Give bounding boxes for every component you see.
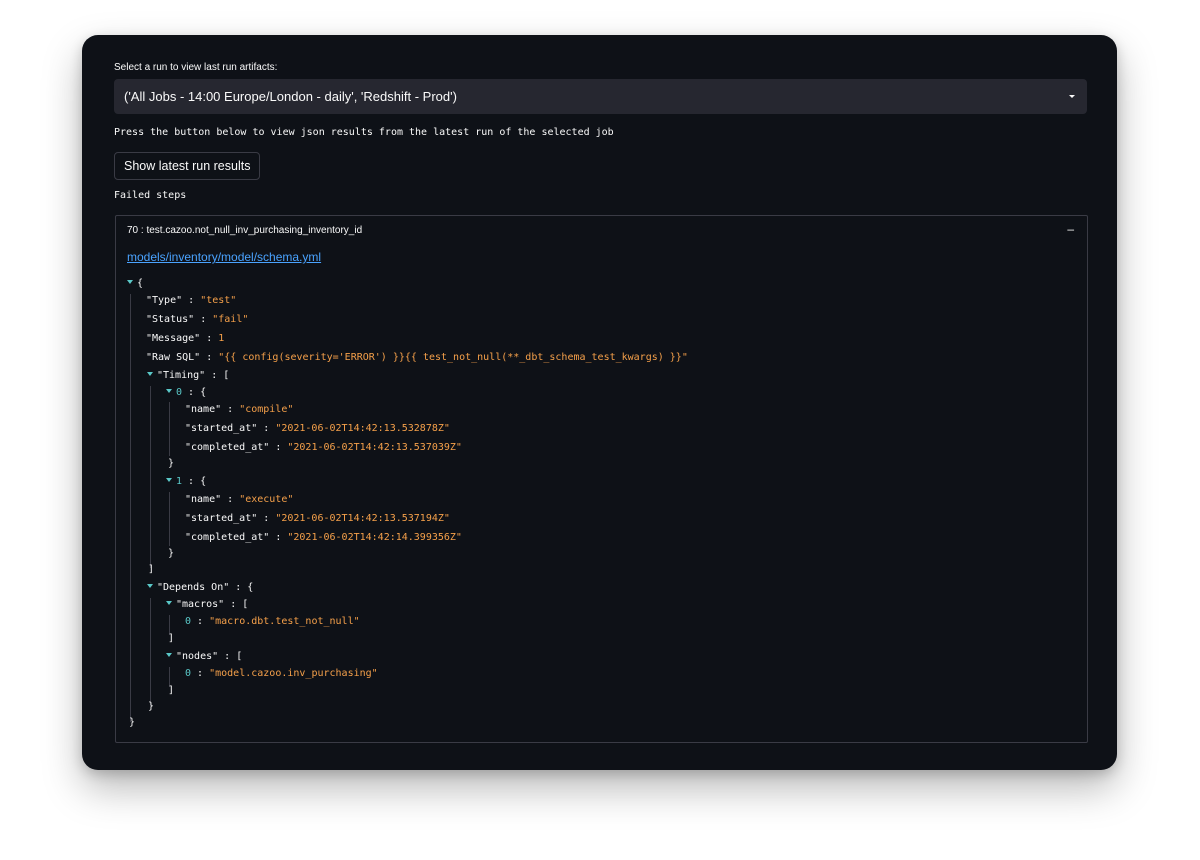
json-row-name: "name" : "execute" <box>185 494 294 505</box>
json-guide-line <box>169 492 170 546</box>
json-guide-line <box>169 667 170 687</box>
collapse-triangle-icon[interactable] <box>127 280 133 284</box>
json-guide-line <box>150 598 151 706</box>
instructions-text: Press the button below to view json resu… <box>114 127 614 138</box>
json-row-macro-item: 0 : "macro.dbt.test_not_null" <box>185 616 360 627</box>
json-row-status: "Status" : "fail" <box>146 314 249 325</box>
collapse-triangle-icon[interactable] <box>147 372 153 376</box>
collapse-triangle-icon[interactable] <box>166 653 172 657</box>
failed-step-expander: 70 : test.cazoo.not_null_inv_purchasing_… <box>115 215 1088 743</box>
json-row-type: "Type" : "test" <box>146 295 237 306</box>
json-row-timing-1: 1 : { <box>166 476 206 488</box>
collapse-triangle-icon[interactable] <box>147 584 153 588</box>
json-guide-line <box>169 402 170 456</box>
selected-run-value: ('All Jobs - 14:00 Europe/London - daily… <box>124 89 457 104</box>
json-guide-line <box>169 615 170 635</box>
show-latest-run-results-button[interactable]: Show latest run results <box>114 152 261 180</box>
collapse-triangle-icon[interactable] <box>166 601 172 605</box>
json-row-started-at: "started_at" : "2021-06-02T14:42:13.5328… <box>185 423 450 434</box>
json-row-raw-sql: "Raw SQL" : "{{ config(severity='ERROR')… <box>146 352 688 363</box>
json-row-node-item: 0 : "model.cazoo.inv_purchasing" <box>185 668 378 679</box>
json-row-macros: "macros" : [ <box>166 599 248 611</box>
select-label: Select a run to view last run artifacts: <box>114 62 278 73</box>
json-row-completed-at: "completed_at" : "2021-06-02T14:42:14.39… <box>185 532 462 543</box>
json-row-message: "Message" : 1 <box>146 333 225 344</box>
run-selectbox[interactable]: ('All Jobs - 14:00 Europe/London - daily… <box>114 79 1087 114</box>
json-close-bracket: ] <box>168 685 175 696</box>
json-root-close: } <box>129 717 136 728</box>
json-close-bracket: ] <box>168 633 175 644</box>
json-row-depends-on: "Depends On" : { <box>147 582 253 594</box>
json-close-brace: } <box>168 458 175 469</box>
json-guide-line <box>150 386 151 568</box>
json-root-open: { <box>127 278 143 290</box>
schema-file-link[interactable]: models/inventory/model/schema.yml <box>127 250 321 264</box>
collapse-icon[interactable]: – <box>1067 222 1074 236</box>
collapse-triangle-icon[interactable] <box>166 389 172 393</box>
json-close-brace: } <box>148 701 155 712</box>
app-window: Select a run to view last run artifacts:… <box>82 35 1117 770</box>
json-row-timing-0: 0 : { <box>166 387 206 399</box>
json-guide-line <box>130 294 131 722</box>
chevron-down-icon[interactable] <box>1069 95 1075 98</box>
expander-title[interactable]: 70 : test.cazoo.not_null_inv_purchasing_… <box>127 225 362 236</box>
collapse-triangle-icon[interactable] <box>166 478 172 482</box>
failed-steps-label: Failed steps <box>114 190 187 201</box>
json-close-bracket: ] <box>148 564 155 575</box>
json-row-name: "name" : "compile" <box>185 404 294 415</box>
json-row-timing: "Timing" : [ <box>147 370 229 382</box>
json-row-started-at: "started_at" : "2021-06-02T14:42:13.5371… <box>185 513 450 524</box>
json-row-nodes: "nodes" : [ <box>166 651 242 663</box>
json-close-brace: } <box>168 548 175 559</box>
json-row-completed-at: "completed_at" : "2021-06-02T14:42:13.53… <box>185 442 462 453</box>
